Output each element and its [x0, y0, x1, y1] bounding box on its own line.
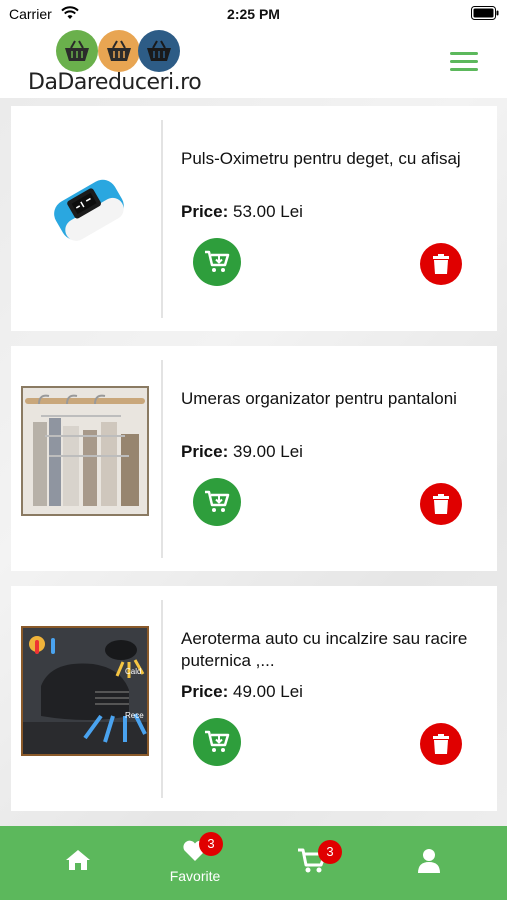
product-title[interactable]: Puls-Oximetru pentru deget, cu afisaj: [181, 148, 481, 170]
favorite-badge: 3: [199, 832, 223, 856]
battery-icon: [471, 6, 499, 20]
card-divider: [161, 360, 163, 558]
status-time: 2:25 PM: [227, 6, 280, 22]
product-price: Price: 39.00 Lei: [181, 442, 303, 462]
basket-orange-icon: [98, 30, 140, 72]
bottom-nav: 3 Favorite 3: [0, 826, 507, 900]
nav-favorite-label: Favorite: [169, 868, 221, 884]
status-bar: Carrier 2:25 PM: [0, 0, 507, 28]
nav-home[interactable]: [38, 826, 118, 900]
add-cart-icon: [205, 250, 230, 272]
price-label: Price:: [181, 442, 229, 461]
delete-button[interactable]: [420, 243, 462, 285]
basket-blue-icon: [138, 30, 180, 72]
delete-button[interactable]: [420, 483, 462, 525]
price-value: 53.00 Lei: [232, 202, 303, 221]
add-cart-icon: [205, 730, 230, 752]
app-header: DaDareduceri.ro: [0, 28, 507, 98]
product-title[interactable]: Umeras organizator pentru pantaloni: [181, 388, 481, 410]
price-label: Price:: [181, 682, 229, 701]
trash-icon: [433, 734, 449, 754]
cold-label: Rece: [125, 711, 144, 720]
trash-icon: [433, 494, 449, 514]
add-cart-icon: [205, 490, 230, 512]
product-price: Price: 53.00 Lei: [181, 202, 303, 222]
basket-green-icon: [56, 30, 98, 72]
price-value: 39.00 Lei: [232, 442, 303, 461]
add-to-cart-button[interactable]: [193, 718, 241, 766]
card-divider: [161, 600, 163, 798]
nav-cart[interactable]: 3: [272, 826, 352, 900]
user-icon: [418, 849, 440, 873]
product-price: Price: 49.00 Lei: [181, 682, 303, 702]
cart-badge: 3: [318, 840, 342, 864]
pants-hanger-organizer-image: [21, 386, 149, 516]
price-label: Price:: [181, 202, 229, 221]
nav-account[interactable]: [389, 826, 469, 900]
hamburger-menu-icon[interactable]: [450, 52, 478, 72]
card-divider: [161, 120, 163, 318]
logo[interactable]: DaDareduceri.ro: [28, 30, 208, 98]
car-heater-image: Cald Rece: [21, 626, 149, 756]
trash-icon: [433, 254, 449, 274]
add-to-cart-button[interactable]: [193, 238, 241, 286]
product-card[interactable]: Umeras organizator pentru pantaloni Pric…: [11, 346, 497, 571]
add-to-cart-button[interactable]: [193, 478, 241, 526]
product-title[interactable]: Aeroterma auto cu incalzire sau racire p…: [181, 628, 481, 672]
price-value: 49.00 Lei: [232, 682, 303, 701]
hot-label: Cald: [125, 667, 141, 676]
delete-button[interactable]: [420, 723, 462, 765]
product-card[interactable]: Cald Rece Aeroterma auto cu incalzire sa…: [11, 586, 497, 811]
pulse-oximeter-image: [54, 179, 124, 241]
home-icon: [66, 850, 90, 870]
nav-favorite[interactable]: 3 Favorite: [155, 826, 235, 900]
product-card[interactable]: Puls-Oximetru pentru deget, cu afisaj Pr…: [11, 106, 497, 331]
logo-text: DaDareduceri.ro: [28, 70, 202, 95]
